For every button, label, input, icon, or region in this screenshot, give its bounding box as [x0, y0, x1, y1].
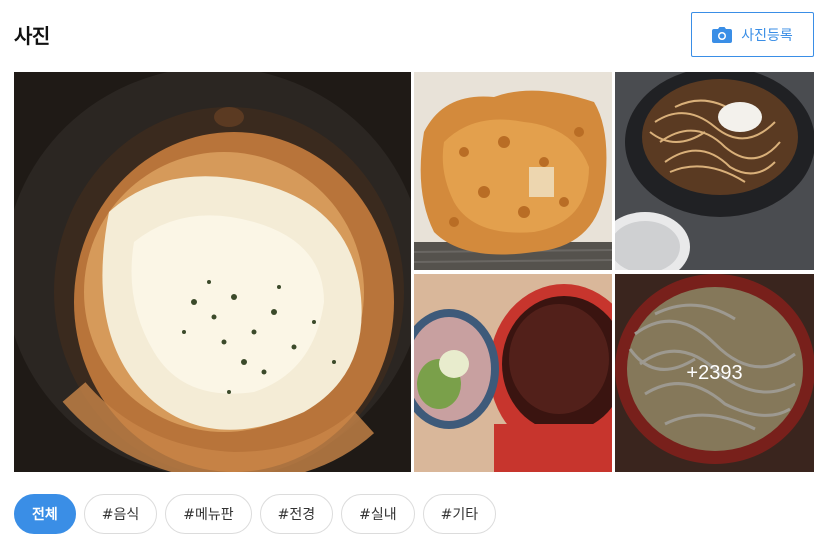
upload-photo-label: 사진등록: [741, 27, 793, 44]
photo-image: [14, 72, 411, 472]
camera-icon: [712, 26, 733, 43]
upload-photo-button[interactable]: 사진등록: [691, 12, 814, 57]
photo-image: [615, 72, 814, 270]
filter-chip-food[interactable]: #음식: [83, 494, 158, 534]
photo-image: [414, 72, 612, 270]
photo-filter-chips: 전체 #음식 #메뉴판 #전경 #실내 #기타: [14, 494, 497, 534]
filter-chip-menu[interactable]: #메뉴판: [165, 494, 252, 534]
photo-section-header: 사진 사진등록: [14, 0, 814, 68]
section-title: 사진: [14, 24, 50, 48]
filter-chip-exterior[interactable]: #전경: [259, 494, 334, 534]
filter-chip-interior[interactable]: #실내: [341, 494, 415, 534]
photo-image: [414, 274, 612, 472]
photo-dipping-sauce[interactable]: [414, 274, 612, 472]
photo-noodle-bowl[interactable]: [615, 72, 814, 270]
filter-chip-other[interactable]: #기타: [422, 494, 497, 534]
filter-chip-all[interactable]: 전체: [14, 494, 76, 534]
photo-grid: +2393: [14, 72, 814, 472]
photo-udon-more[interactable]: +2393: [615, 274, 814, 472]
photo-fried-cutlet[interactable]: [414, 72, 612, 270]
more-photos-count: +2393: [686, 361, 743, 384]
more-photos-overlay[interactable]: +2393: [615, 274, 814, 472]
photo-main-cheese-katsu[interactable]: [14, 72, 411, 472]
